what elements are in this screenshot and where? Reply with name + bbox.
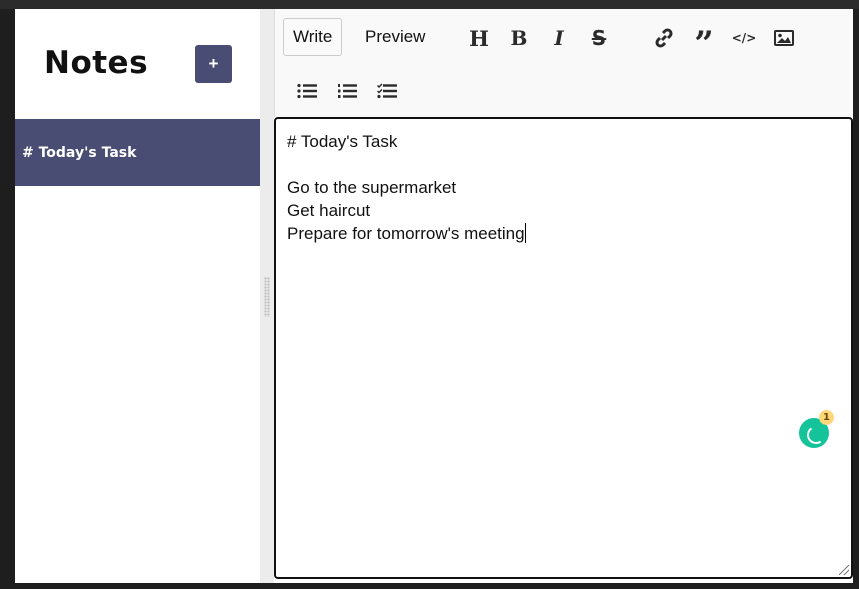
- ordered-list-icon[interactable]: [333, 77, 361, 105]
- window-top-bar: [0, 0, 859, 9]
- unordered-list-icon[interactable]: [293, 77, 321, 105]
- markdown-editor: Write Preview H B I S ” </> # Today's Ta…: [274, 9, 853, 583]
- note-textarea[interactable]: # Today's Task Go to the supermarket Get…: [274, 117, 853, 579]
- link-icon[interactable]: [650, 24, 678, 52]
- text-caret: [524, 223, 526, 243]
- drag-handle-icon[interactable]: [264, 277, 270, 317]
- tab-preview[interactable]: Preview: [356, 18, 434, 56]
- background-window-edge: [853, 9, 859, 589]
- image-icon[interactable]: [770, 24, 798, 52]
- heading-icon[interactable]: H: [465, 24, 493, 52]
- italic-icon[interactable]: I: [545, 24, 573, 52]
- code-icon[interactable]: </>: [730, 24, 758, 52]
- editor-toolbar: Write Preview H B I S ” </>: [274, 9, 853, 117]
- tab-write[interactable]: Write: [283, 18, 343, 56]
- note-item[interactable]: # Today's Task: [15, 119, 260, 186]
- note-content[interactable]: # Today's Task Go to the supermarket Get…: [287, 132, 525, 243]
- resize-handle-icon[interactable]: [839, 565, 849, 575]
- add-note-button[interactable]: +: [195, 45, 232, 83]
- pane-splitter[interactable]: [260, 9, 274, 583]
- strikethrough-icon[interactable]: S: [585, 24, 613, 52]
- grammarly-badge: 1: [819, 410, 834, 425]
- checklist-icon[interactable]: [373, 77, 401, 105]
- sidebar-title: Notes: [44, 45, 149, 81]
- bold-icon[interactable]: B: [505, 24, 533, 52]
- sidebar: Notes + # Today's Task: [15, 9, 260, 583]
- quote-icon[interactable]: ”: [690, 24, 718, 61]
